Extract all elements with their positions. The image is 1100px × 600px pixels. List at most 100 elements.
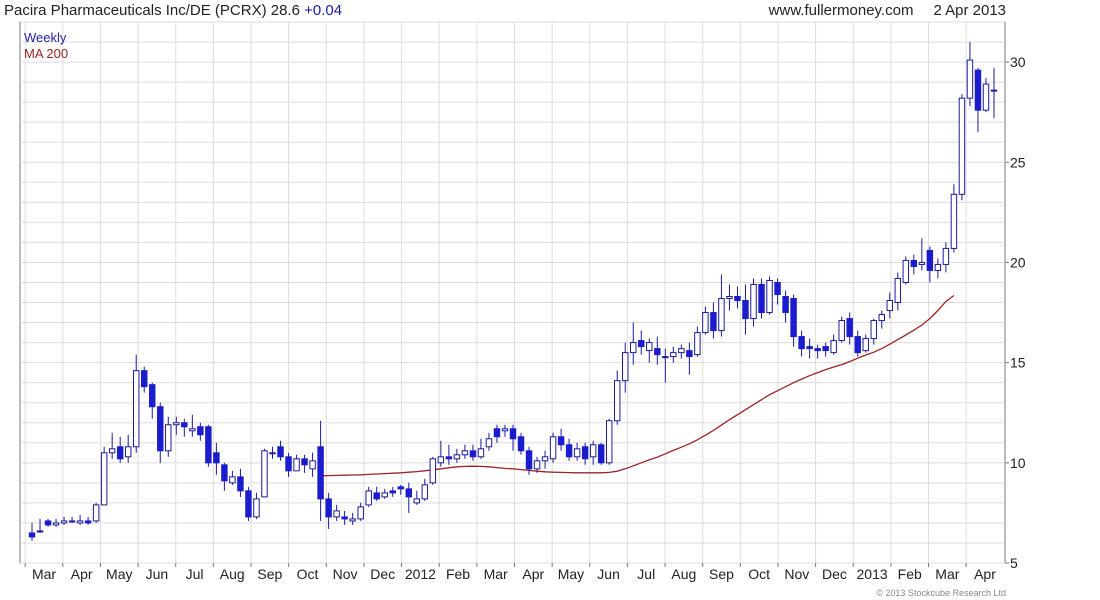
candle-body-up <box>52 522 60 526</box>
candle-body-up <box>421 484 429 500</box>
candle <box>605 418 613 465</box>
candle <box>205 424 212 467</box>
candle-body-down <box>846 318 853 338</box>
x-tick-label: Sep <box>709 566 734 582</box>
legend-weekly: Weekly <box>24 30 67 45</box>
candle-body-down <box>317 446 324 500</box>
candle-body-up <box>702 312 709 334</box>
x-tick-label: May <box>558 566 584 582</box>
x-tick-label: Feb <box>898 566 922 582</box>
candle-body-up <box>485 438 493 448</box>
candle-body-up <box>76 520 84 524</box>
y-tick-label: 25 <box>1010 154 1026 170</box>
candle-body-down <box>509 428 517 440</box>
candle-body-down <box>581 446 589 460</box>
candle <box>429 456 437 485</box>
candle-body-up <box>573 448 581 458</box>
candle-body-down <box>221 464 228 482</box>
candle-body-up <box>670 352 677 358</box>
candle-body-up <box>950 193 958 249</box>
candle-body-down <box>774 281 781 296</box>
candle <box>261 448 268 498</box>
x-tick-label: Jun <box>597 566 620 582</box>
candle-body-down <box>854 336 861 354</box>
candle-body-up <box>477 448 485 458</box>
x-tick-label: Jul <box>186 566 204 582</box>
candle-body-down <box>525 450 533 470</box>
candle-body-up <box>68 520 76 523</box>
candle <box>958 94 966 201</box>
x-tick-label: Mar <box>484 566 508 582</box>
candle-body-down <box>974 69 982 111</box>
candle-body-up <box>132 370 140 448</box>
y-tick-label: 20 <box>1010 254 1026 270</box>
candle-body-down <box>926 249 934 271</box>
x-tick-label: Nov <box>333 566 358 582</box>
candle-body-up <box>453 454 461 460</box>
candle-body-up <box>333 510 340 518</box>
candle-body-up <box>870 320 877 340</box>
candle-body-down <box>285 456 292 472</box>
candle-body-down <box>84 520 92 524</box>
candle-body-up <box>878 314 885 322</box>
x-tick-label: Apr <box>974 566 996 582</box>
candle-body-up <box>886 300 894 312</box>
copyright: © 2013 Stockcube Research Ltd <box>876 588 1006 598</box>
candle-body-down <box>742 300 749 320</box>
candle-body-down <box>758 283 765 314</box>
candle-body-up <box>902 259 910 283</box>
candle-body-up <box>726 296 733 300</box>
candle-body-down <box>116 446 124 460</box>
y-tick-label: 30 <box>1010 54 1026 70</box>
candle-body-up <box>958 97 966 195</box>
candle <box>766 276 773 315</box>
candle-body-up <box>437 456 445 464</box>
candle-body-up <box>413 498 421 504</box>
plot-frame <box>19 21 1006 564</box>
candle-body-up <box>605 420 613 464</box>
candle-body-up <box>622 352 629 382</box>
candle-body-down <box>910 259 918 267</box>
x-tick-label: Mar <box>32 566 56 582</box>
x-tick-label: Dec <box>822 566 847 582</box>
candle-body-up <box>60 520 68 524</box>
candle-body-up <box>173 422 180 426</box>
candle-body-down <box>597 444 605 464</box>
candle-body-up <box>100 452 108 506</box>
legend-ma200: MA 200 <box>24 46 69 61</box>
x-tick-label: Oct <box>297 566 319 582</box>
candle-body-down <box>686 350 693 358</box>
x-tick-label: Sep <box>257 566 282 582</box>
x-tick-label: 2013 <box>857 566 888 582</box>
candle <box>549 432 557 463</box>
candle-body-down <box>373 492 380 500</box>
candle-body-up <box>549 436 557 460</box>
candle-body-up <box>269 452 276 455</box>
x-tick-label: Jul <box>637 566 655 582</box>
candle-body-up <box>838 320 845 342</box>
x-tick-label: 2012 <box>405 566 436 582</box>
candle-body-up <box>918 261 926 265</box>
candle-body-up <box>229 476 236 484</box>
candle-body-down <box>782 296 789 314</box>
price-chart: 5 10 15 20 25 30 Mar Apr May Jun Jul Aug Sep Oct Nov De… <box>19 21 1026 582</box>
x-tick-label: Feb <box>446 566 470 582</box>
candle-body-down <box>205 426 212 464</box>
candle-body-up <box>694 332 701 356</box>
y-tick-label: 10 <box>1010 455 1026 471</box>
candle-body-down <box>710 312 717 332</box>
candle-body-up <box>662 356 669 359</box>
candle-body-down <box>638 340 645 348</box>
candle <box>838 316 845 343</box>
candle-body-down <box>493 428 501 438</box>
candle-body-down <box>245 490 252 518</box>
candle-body-down <box>325 498 332 518</box>
candle-body-up <box>990 89 998 92</box>
candle-body-down <box>141 370 148 388</box>
candle-body-down <box>237 476 244 492</box>
y-tick-label: 15 <box>1010 355 1026 371</box>
candle-body-up <box>966 59 974 99</box>
candle-body-up <box>461 450 469 456</box>
candle-body-up <box>309 460 316 470</box>
candle-body-up <box>189 428 196 432</box>
